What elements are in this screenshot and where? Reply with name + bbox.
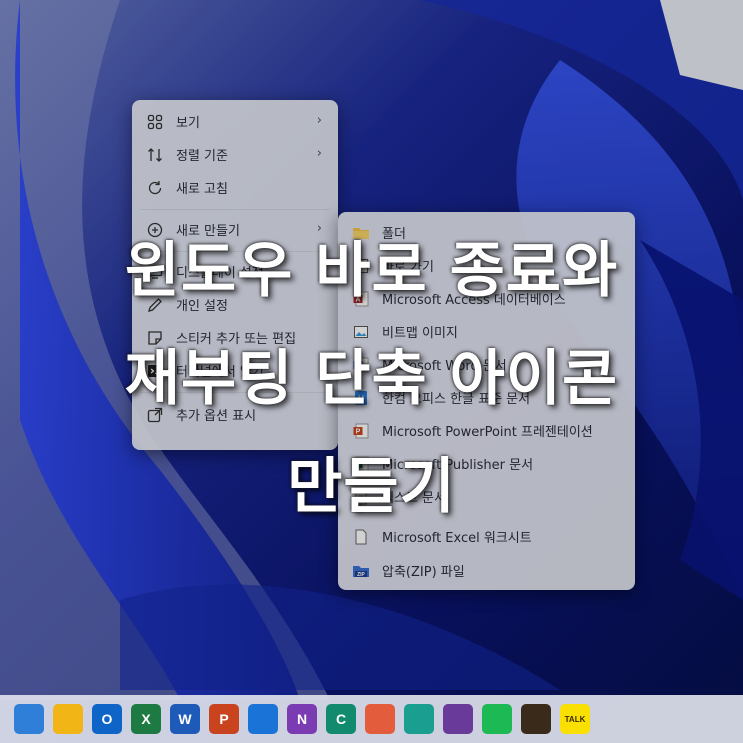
excel-sheet-icon (352, 528, 370, 546)
svg-text:P: P (356, 428, 361, 435)
paint-icon[interactable] (365, 704, 395, 734)
app-yellow-icon[interactable] (53, 704, 83, 734)
taskbar-app-label: C (335, 711, 347, 727)
overlay-title-line-1: 윈도우 바로 종료와 (124, 236, 619, 306)
taskbar-app-label: N (296, 711, 308, 727)
taskbar-app-label: P (219, 711, 229, 727)
chevron-right-icon: › (316, 146, 322, 161)
menu-item-label: Microsoft Excel 워크시트 (382, 531, 532, 546)
taskbar-app-label: O (101, 711, 113, 727)
powerpoint-icon[interactable]: P (209, 704, 239, 734)
onenote-icon[interactable]: N (287, 704, 317, 734)
taskbar-app-label: W (178, 711, 192, 727)
kakaotalk-icon[interactable]: TALK (560, 704, 590, 734)
svg-text:ZIP: ZIP (357, 572, 365, 578)
copilot-app-icon[interactable]: C (326, 704, 356, 734)
taskbar: O X W P N C TALK (0, 695, 743, 743)
overlay-title-line-3: 만들기 (287, 452, 456, 522)
word-icon[interactable]: W (170, 704, 200, 734)
game-app-icon[interactable] (521, 704, 551, 734)
powerpoint-icon: P (352, 422, 370, 440)
menu-item-label: 보기 (176, 116, 200, 131)
taskbar-app-label: TALK (564, 714, 586, 724)
excel-icon[interactable]: X (131, 704, 161, 734)
image-app-icon[interactable] (443, 704, 473, 734)
taskbar-app-label: X (141, 711, 151, 727)
menu-item-label: 압축(ZIP) 파일 (382, 565, 465, 580)
overlay-title-line-2: 재부팅 단축 아이콘 (124, 344, 619, 414)
outlook-new-icon[interactable] (248, 704, 278, 734)
menu-item-sort-by[interactable]: 정렬 기준 › (132, 138, 338, 171)
menu-item-view[interactable]: 보기 › (132, 105, 338, 138)
zip-icon: ZIP (352, 562, 370, 580)
menu-item-refresh[interactable]: 새로 고침 (132, 171, 338, 204)
submenu-item-zip[interactable]: ZIP 압축(ZIP) 파일 (338, 554, 635, 587)
menu-item-label: 새로 고침 (176, 182, 228, 197)
sort-icon (146, 146, 164, 164)
refresh-icon (146, 179, 164, 197)
chevron-right-icon: › (316, 113, 322, 128)
edge-icon[interactable] (404, 704, 434, 734)
menu-divider (140, 209, 330, 210)
outlook-icon[interactable]: O (92, 704, 122, 734)
notepad-icon[interactable] (14, 704, 44, 734)
menu-item-label: 정렬 기준 (176, 149, 228, 164)
grid-view-icon (146, 113, 164, 131)
spotify-icon[interactable] (482, 704, 512, 734)
